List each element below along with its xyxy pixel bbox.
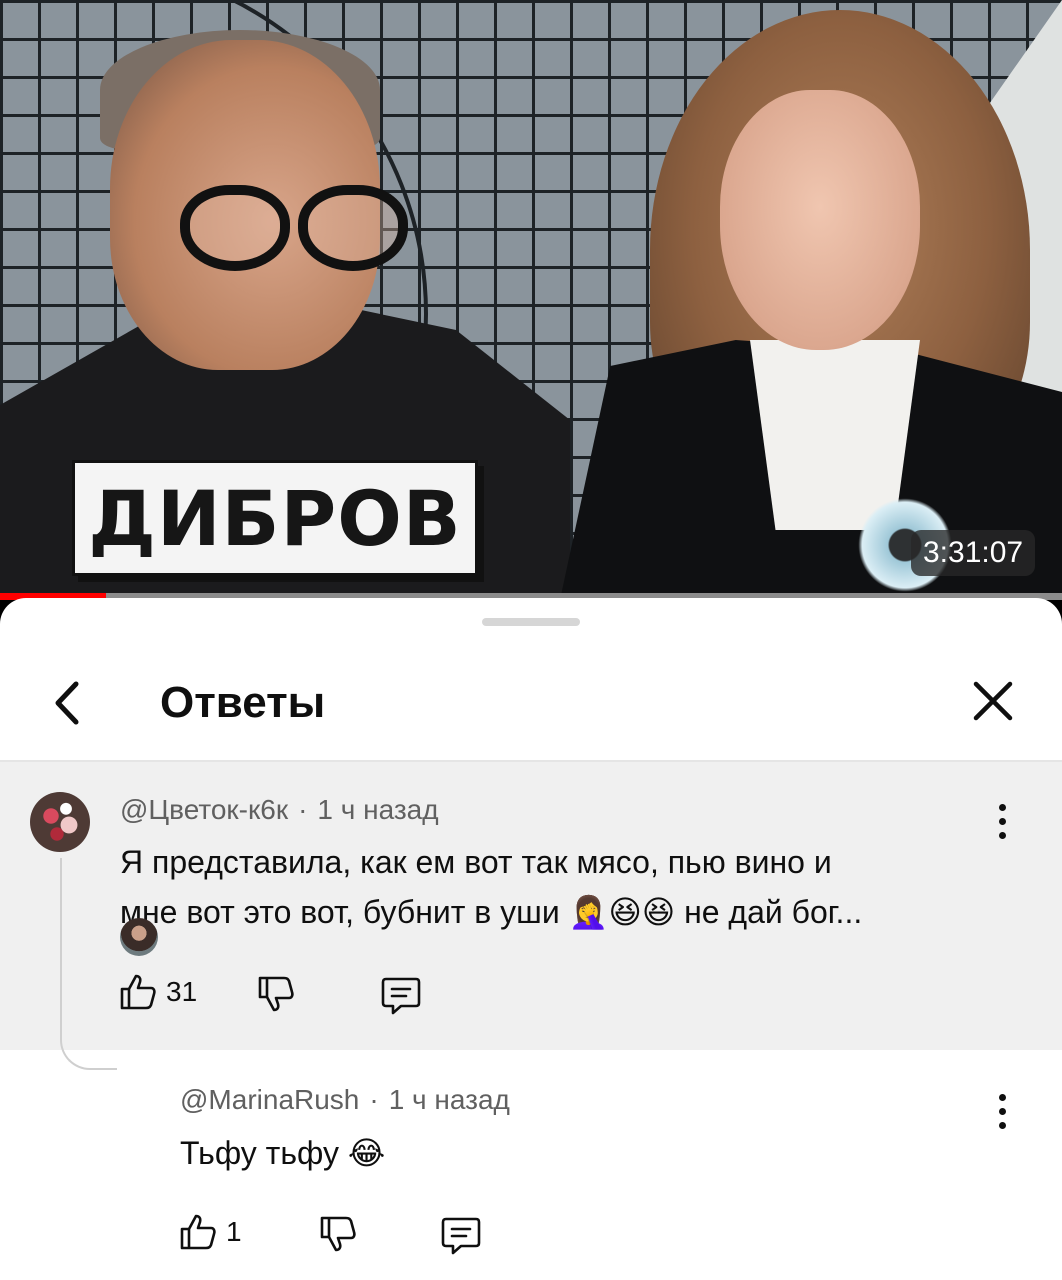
comment-text-line-2-tail: не дай бог... xyxy=(675,894,863,930)
comment-text-content: Тьфу тьфу xyxy=(180,1135,339,1171)
more-options-icon[interactable] xyxy=(997,804,1007,840)
comment-time: 1 ч назад xyxy=(317,794,439,825)
sheet-drag-handle[interactable] xyxy=(482,618,580,626)
dislike-button[interactable] xyxy=(256,974,296,1014)
comment-text-line-2: мне вот это вот, бубнит в уши 🤦‍♀️😆😆 не … xyxy=(120,887,862,937)
comment-author[interactable]: @Цветок-к6к xyxy=(120,794,288,825)
right-person-face xyxy=(720,90,920,350)
comment-reply-icon xyxy=(441,1217,481,1255)
sheet-title: Ответы xyxy=(160,678,326,727)
video-duration-badge: 3:31:07 xyxy=(911,530,1036,576)
thread-connector-line xyxy=(60,858,117,1070)
comment-emoji: 😂 xyxy=(347,1134,386,1172)
avatar[interactable] xyxy=(120,918,158,956)
comment-author[interactable]: @MarinaRush xyxy=(180,1084,359,1115)
reply-button[interactable] xyxy=(440,1214,482,1256)
sheet-header: Ответы xyxy=(0,638,1062,760)
comment-emoji: 🤦‍♀️😆😆 xyxy=(568,893,676,931)
glasses-graphic xyxy=(180,185,410,275)
close-icon[interactable] xyxy=(970,678,1016,724)
thumbs-up-icon xyxy=(180,1214,216,1250)
like-count: 1 xyxy=(226,1216,242,1247)
thumbs-up-icon xyxy=(120,974,156,1010)
comment-text: Тьфу тьфу 😂 xyxy=(180,1128,385,1178)
parent-comment: @Цветок-к6к · 1 ч назад Я представила, как… xyxy=(0,762,1062,1070)
comment-text-line-2-text: мне вот это вот, бубнит в уши xyxy=(120,894,560,930)
like-button[interactable]: 31 xyxy=(118,972,197,1012)
comment-reply-icon xyxy=(381,977,421,1015)
chevron-left-icon[interactable] xyxy=(44,678,94,728)
comment-meta: @MarinaRush · 1 ч назад xyxy=(180,1084,510,1115)
reply-button[interactable] xyxy=(380,974,422,1016)
replies-sheet: Ответы @Цветок-к6к · 1 ч назад Я представи… xyxy=(0,598,1062,1280)
duration-text: 3:31:07 xyxy=(923,536,1024,569)
avatar[interactable] xyxy=(30,792,90,852)
comment-time: 1 ч назад xyxy=(388,1084,510,1115)
comment-meta: @Цветок-к6к · 1 ч назад xyxy=(120,794,439,825)
comment-text-line-1: Я представила, как ем вот так мясо, пью … xyxy=(120,844,832,880)
thumbs-down-icon xyxy=(320,1216,356,1252)
like-button[interactable]: 1 xyxy=(178,1212,242,1252)
video-player[interactable]: ДИБРОВ 3:31:07 xyxy=(0,0,1062,600)
thumbs-down-icon xyxy=(258,976,294,1012)
video-overlay-title: ДИБРОВ xyxy=(88,473,462,563)
like-count: 31 xyxy=(166,976,198,1007)
video-title-plate: ДИБРОВ xyxy=(72,460,478,576)
dislike-button[interactable] xyxy=(318,1214,358,1254)
more-options-icon[interactable] xyxy=(997,1094,1007,1130)
